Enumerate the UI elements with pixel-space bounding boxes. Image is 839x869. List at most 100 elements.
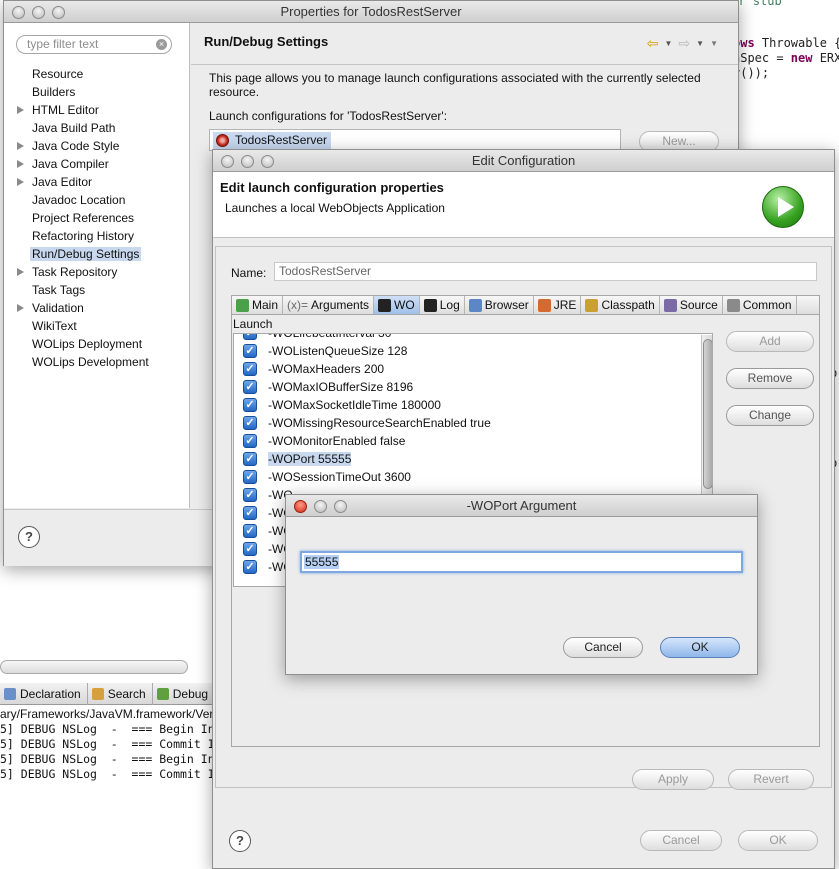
argument-row[interactable]: ✓ -WOMaxHeaders 200 <box>234 360 700 378</box>
argument-row[interactable]: ✓ -WOMissingResourceSearchEnabled true <box>234 414 700 432</box>
tab-common[interactable]: Common <box>723 296 797 314</box>
forward-menu-icon[interactable]: ▼ <box>696 39 704 48</box>
argument-checkbox[interactable]: ✓ <box>243 380 257 394</box>
help-icon[interactable]: ? <box>18 526 40 548</box>
minimize-window-button[interactable] <box>241 155 254 168</box>
page-navigation: ⇦ ▼ ⇨ ▼ ▼ <box>647 35 718 52</box>
debug-icon <box>156 688 169 700</box>
tree-item-refactoring-history[interactable]: Refactoring History <box>4 227 190 245</box>
argument-checkbox[interactable]: ✓ <box>243 488 257 502</box>
add-argument-button[interactable]: Add <box>726 331 814 352</box>
view-tab-declaration[interactable]: Declaration <box>0 683 88 705</box>
background-horizontal-scrollbar[interactable] <box>0 660 188 674</box>
filter-input[interactable]: type filter text × <box>16 35 172 54</box>
argument-row[interactable]: ✓ -WOListenQueueSize 128 <box>234 342 700 360</box>
tree-item-label: Refactoring History <box>32 229 135 243</box>
tree-item-task-tags[interactable]: Task Tags <box>4 281 190 299</box>
tree-item-html-editor[interactable]: HTML Editor <box>4 101 190 119</box>
argument-row[interactable]: ✓ -WOLifebeatInterval 30 <box>234 334 700 342</box>
tab-wo[interactable]: WO <box>374 296 420 314</box>
remove-argument-button[interactable]: Remove <box>726 368 814 389</box>
clear-filter-icon[interactable]: × <box>156 39 167 50</box>
woport-value-input[interactable]: 55555 <box>300 551 743 573</box>
tree-item-java-code-style[interactable]: Java Code Style <box>4 137 190 155</box>
argument-checkbox[interactable]: ✓ <box>243 506 257 520</box>
argument-checkbox[interactable]: ✓ <box>243 560 257 574</box>
tree-item-wikitext[interactable]: WikiText <box>4 317 190 335</box>
run-icon <box>762 186 804 228</box>
dialog-cancel-button[interactable]: Cancel <box>563 637 643 658</box>
minimize-window-button[interactable] <box>32 6 45 19</box>
tree-item-javadoc-location[interactable]: Javadoc Location <box>4 191 190 209</box>
tab-label: WO <box>394 298 415 312</box>
close-window-button[interactable] <box>12 6 25 19</box>
cancel-button[interactable]: Cancel <box>640 830 722 851</box>
tree-item-task-repository[interactable]: Task Repository <box>4 263 190 281</box>
tree-item-label: Java Editor <box>32 175 93 189</box>
config-name-field[interactable]: TodosRestServer <box>274 262 817 281</box>
tree-item-validation[interactable]: Validation <box>4 299 190 317</box>
tree-item-java-compiler[interactable]: Java Compiler <box>4 155 190 173</box>
expand-arrow-icon[interactable] <box>17 160 24 168</box>
tab-classpath[interactable]: Classpath <box>581 296 660 314</box>
tab-log[interactable]: Log <box>420 296 465 314</box>
tab-jre[interactable]: JRE <box>534 296 582 314</box>
view-menu-icon[interactable]: ▼ <box>710 39 718 48</box>
argument-checkbox[interactable]: ✓ <box>243 470 257 484</box>
expand-arrow-icon[interactable] <box>17 304 24 312</box>
page-description: This page allows you to manage launch co… <box>209 71 701 99</box>
tab-browser[interactable]: Browser <box>465 296 534 314</box>
close-window-button[interactable] <box>221 155 234 168</box>
log-tab-icon <box>423 298 437 312</box>
tree-item-run-debug-settings[interactable]: Run/Debug Settings <box>4 245 190 263</box>
help-icon[interactable]: ? <box>229 830 251 852</box>
argument-checkbox[interactable]: ✓ <box>243 434 257 448</box>
tree-item-wolips-development[interactable]: WOLips Development <box>4 353 190 371</box>
tab-main[interactable]: Main <box>232 296 284 314</box>
tab-source[interactable]: Source <box>660 296 723 314</box>
argument-row[interactable]: ✓ -WOMonitorEnabled false <box>234 432 700 450</box>
argument-checkbox[interactable]: ✓ <box>243 542 257 556</box>
launch-config-item[interactable]: TodosRestServer <box>213 132 332 149</box>
back-arrow-icon[interactable]: ⇦ <box>647 35 659 52</box>
expand-arrow-icon[interactable] <box>17 268 24 276</box>
argument-checkbox[interactable]: ✓ <box>243 344 257 358</box>
expand-arrow-icon[interactable] <box>17 142 24 150</box>
change-argument-button[interactable]: Change <box>726 405 814 426</box>
argument-checkbox[interactable]: ✓ <box>243 334 257 340</box>
argument-checkbox[interactable]: ✓ <box>243 398 257 412</box>
tree-item-java-editor[interactable]: Java Editor <box>4 173 190 191</box>
tree-item-wolips-deployment[interactable]: WOLips Deployment <box>4 335 190 353</box>
edit-config-window-title: Edit Configuration <box>471 153 576 168</box>
argument-row[interactable]: ✓ -WOSessionTimeOut 3600 <box>234 468 700 486</box>
tree-item-project-references[interactable]: Project References <box>4 209 190 227</box>
arguments-scroll-thumb[interactable] <box>703 339 712 489</box>
zoom-window-button[interactable] <box>52 6 65 19</box>
argument-checkbox[interactable]: ✓ <box>243 416 257 430</box>
argument-checkbox[interactable]: ✓ <box>243 524 257 538</box>
expand-arrow-icon[interactable] <box>17 178 24 186</box>
tab-label: Log <box>439 298 460 312</box>
view-tab-debug[interactable]: Debug <box>153 683 216 705</box>
tree-item-label: Builders <box>32 85 76 99</box>
dialog-ok-button[interactable]: OK <box>660 637 740 658</box>
tab-arguments[interactable]: (x)= Arguments <box>283 296 375 314</box>
tree-item-java-build-path[interactable]: Java Build Path <box>4 119 190 137</box>
tree-item-label: Javadoc Location <box>32 193 126 207</box>
tree-item-resource[interactable]: Resource <box>4 65 190 83</box>
back-menu-icon[interactable]: ▼ <box>665 39 673 48</box>
close-dialog-button[interactable] <box>294 500 307 513</box>
view-tab-search[interactable]: Search <box>88 683 153 705</box>
argument-row[interactable]: ✓ -WOMaxSocketIdleTime 180000 <box>234 396 700 414</box>
expand-arrow-icon[interactable] <box>17 106 24 114</box>
tree-item-builders[interactable]: Builders <box>4 83 190 101</box>
argument-row[interactable]: ✓ -WOMaxIOBufferSize 8196 <box>234 378 700 396</box>
forward-arrow-icon[interactable]: ⇨ <box>678 35 690 52</box>
argument-checkbox[interactable]: ✓ <box>243 452 257 466</box>
argument-row[interactable]: ✓ -WOPort 55555 <box>234 450 700 468</box>
zoom-dialog-button[interactable] <box>334 500 347 513</box>
minimize-dialog-button[interactable] <box>314 500 327 513</box>
zoom-window-button[interactable] <box>261 155 274 168</box>
argument-checkbox[interactable]: ✓ <box>243 362 257 376</box>
ok-button[interactable]: OK <box>738 830 818 851</box>
